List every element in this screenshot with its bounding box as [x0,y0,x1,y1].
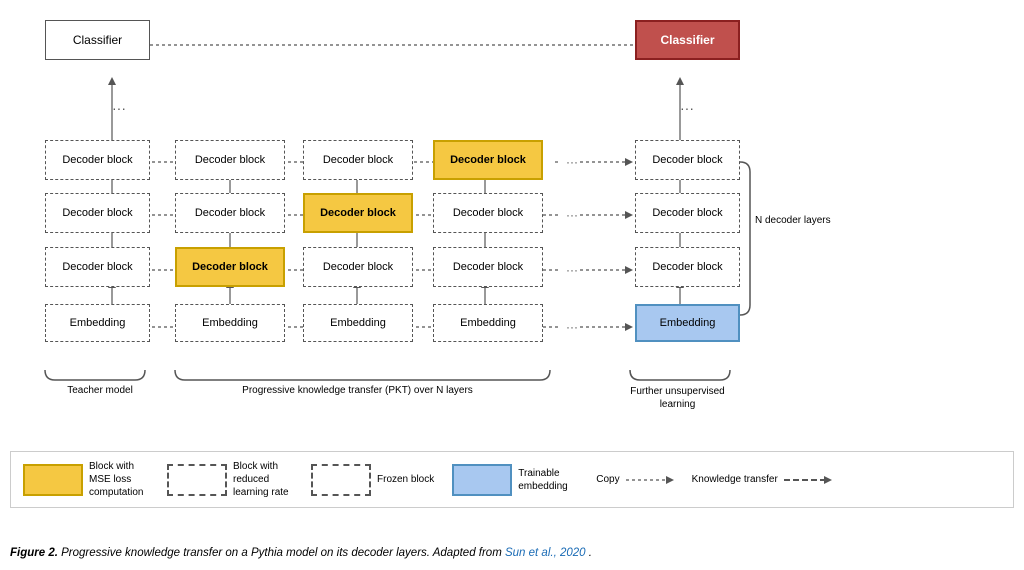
knowledge-arrow-svg [782,472,832,488]
decoder-block-col4-mid: Decoder block [433,193,543,233]
legend-frozen: Frozen block [311,464,434,496]
legend-knowledge-label: Knowledge transfer [692,474,778,485]
decoder-block-col4-top-yellow: Decoder block [433,140,543,180]
svg-text:···: ··· [566,320,578,334]
diagram: ··· ··· ··· ··· ··· ··· Classifier Decod… [20,10,1004,410]
embedding-col1: Embedding [45,304,150,342]
decoder-block-col1-bot: Decoder block [45,247,150,287]
caption-body: Progressive knowledge transfer on a Pyth… [61,547,505,559]
decoder-block-col2-mid: Decoder block [175,193,285,233]
svg-text:···: ··· [112,100,126,116]
svg-text:···: ··· [566,208,578,222]
pkt-label: Progressive knowledge transfer (PKT) ove… [175,385,540,396]
legend-mse: Block with MSE loss computation [23,460,149,499]
decoder-block-col5-mid: Decoder block [635,193,740,233]
embedding-col5-blue: Embedding [635,304,740,342]
legend-reduced-label: Block with reduced learning rate [233,460,293,499]
decoder-block-col4-bot: Decoder block [433,247,543,287]
legend-mse-label: Block with MSE loss computation [89,460,149,499]
classifier-right: Classifier [635,20,740,60]
decoder-block-col5-bot: Decoder block [635,247,740,287]
legend: Block with MSE loss computation Block wi… [10,451,1014,508]
citation: Sun et al., 2020 [505,547,586,559]
decoder-block-col3-top: Decoder block [303,140,413,180]
legend-copy-label: Copy [596,474,619,485]
embedding-col4: Embedding [433,304,543,342]
decoder-block-col2-bot-yellow: Decoder block [175,247,285,287]
svg-text:···: ··· [680,100,694,116]
embedding-col3: Embedding [303,304,413,342]
decoder-block-col2-top: Decoder block [175,140,285,180]
legend-mse-box [23,464,83,496]
legend-trainable: Trainable embedding [452,464,578,496]
copy-arrow-svg [624,472,674,488]
n-decoder-label: N decoder layers [755,215,845,226]
decoder-block-col3-mid-yellow: Decoder block [303,193,413,233]
svg-text:···: ··· [566,263,578,277]
classifier-left: Classifier [45,20,150,60]
decoder-block-col5-top: Decoder block [635,140,740,180]
legend-trainable-box [452,464,512,496]
decoder-block-col1-mid: Decoder block [45,193,150,233]
legend-frozen-box [311,464,371,496]
caption-suffix: . [589,547,592,559]
caption-prefix: Figure 2. [10,547,58,559]
legend-reduced-box [167,464,227,496]
legend-trainable-label: Trainable embedding [518,467,578,493]
decoder-block-col3-bot: Decoder block [303,247,413,287]
svg-text:···: ··· [566,155,578,169]
teacher-model-label: Teacher model [45,385,155,396]
legend-reduced: Block with reduced learning rate [167,460,293,499]
caption: Figure 2. Progressive knowledge transfer… [10,545,1014,562]
legend-frozen-label: Frozen block [377,473,434,486]
legend-copy-arrow: Copy [596,472,673,488]
decoder-block-col1-top: Decoder block [45,140,150,180]
main-container: ··· ··· ··· ··· ··· ··· Classifier Decod… [0,0,1024,570]
embedding-col2: Embedding [175,304,285,342]
further-label: Further unsupervisedlearning [620,385,735,411]
legend-knowledge-arrow: Knowledge transfer [692,472,832,488]
